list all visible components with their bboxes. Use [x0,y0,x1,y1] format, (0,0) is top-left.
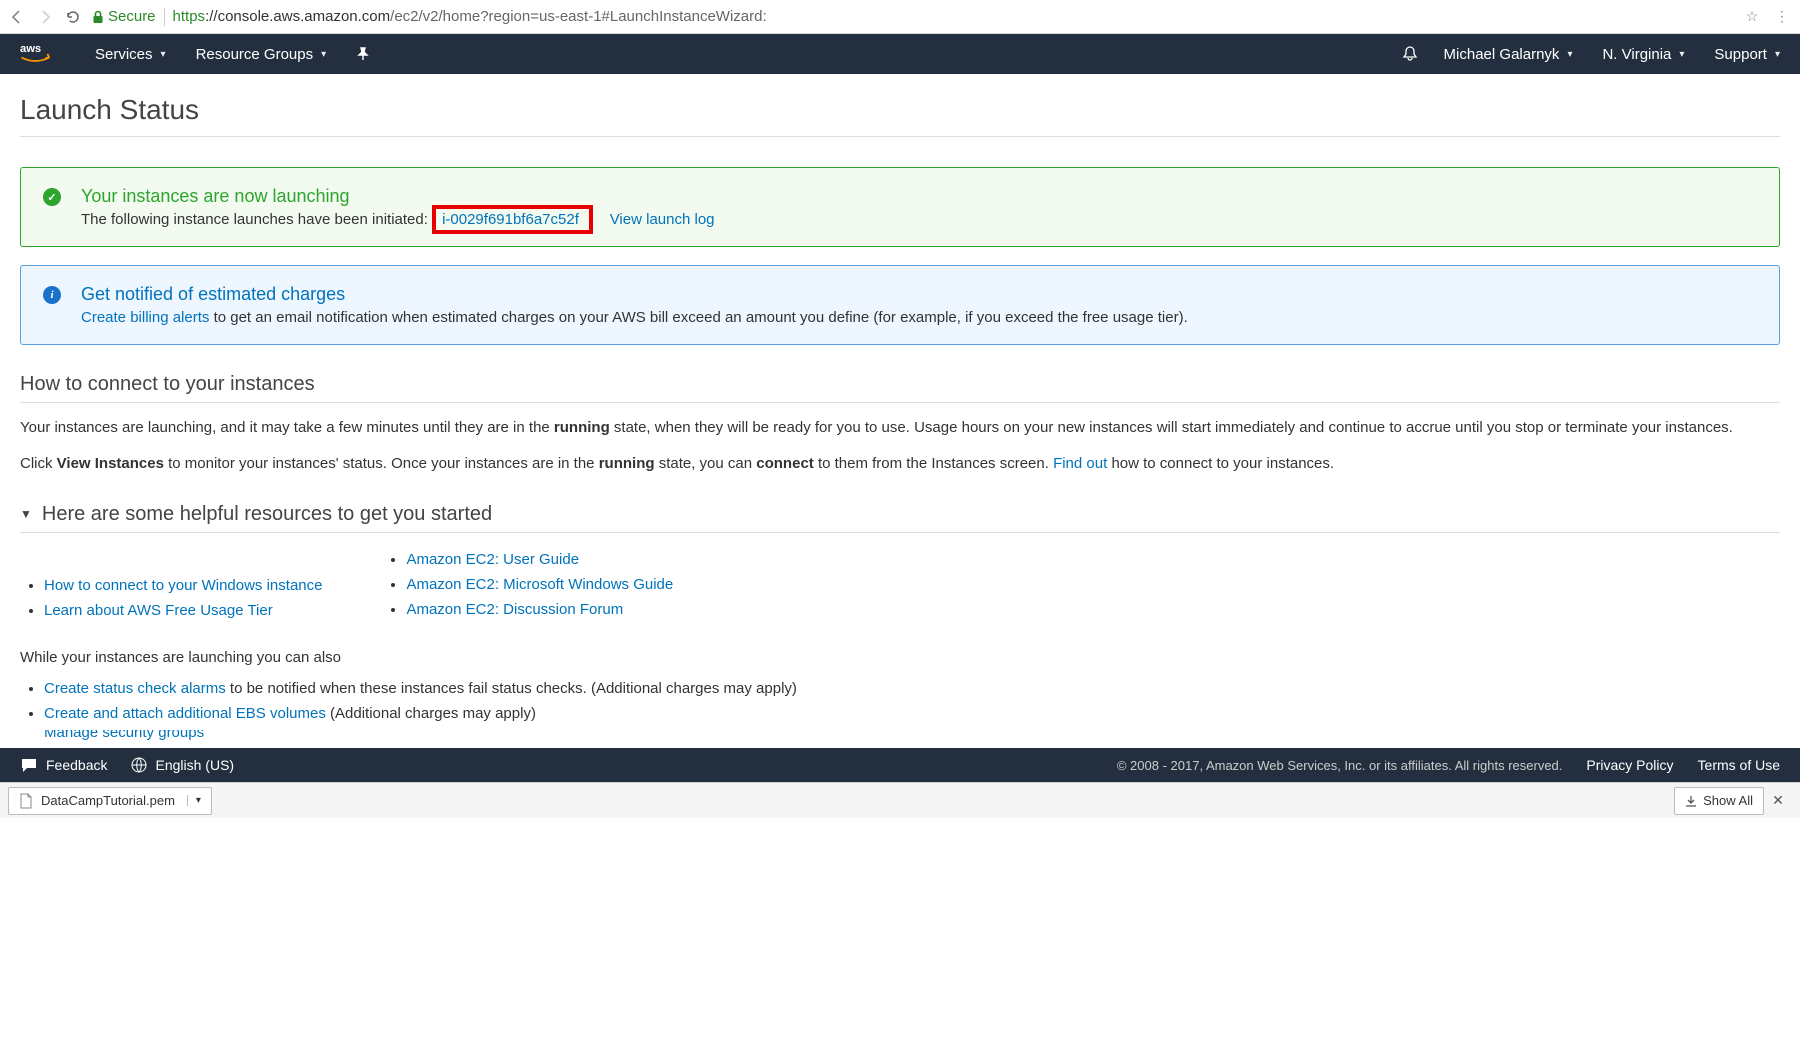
connect-para-2: Click View Instances to monitor your ins… [20,453,1780,475]
nav-resource-groups[interactable]: Resource Groups▾ [196,46,327,63]
instance-id-highlight: i-0029f691bf6a7c52f [432,205,593,234]
resource-link[interactable]: Amazon EC2: Microsoft Windows Guide [406,576,673,593]
resource-link[interactable]: Amazon EC2: User Guide [406,551,579,568]
copyright-text: © 2008 - 2017, Amazon Web Services, Inc.… [1117,758,1563,773]
list-item: Create and attach additional EBS volumes… [44,705,1780,722]
show-all-downloads-button[interactable]: Show All [1674,787,1764,815]
list-item: Learn about AWS Free Usage Tier [44,602,322,619]
also-list: Create status check alarms to be notifie… [20,680,1780,740]
status-check-alarms-link[interactable]: Create status check alarms [44,680,226,697]
back-icon[interactable] [8,8,26,26]
nav-pin-icon[interactable] [356,47,370,61]
privacy-policy-link[interactable]: Privacy Policy [1586,757,1673,773]
svg-text:aws: aws [20,43,41,55]
list-item: How to connect to your Windows instance [44,577,322,594]
forward-icon [36,8,54,26]
secure-badge: Secure [92,8,156,25]
security-groups-link[interactable]: Manage security groups [44,730,204,740]
lock-icon [92,10,104,24]
also-heading: While your instances are launching you c… [20,647,1780,669]
main-content: Launch Status ✓ Your instances are now l… [0,74,1800,740]
list-item: Amazon EC2: Discussion Forum [406,601,673,618]
secure-label: Secure [108,8,156,25]
chevron-down-icon: ▾ [321,49,326,60]
nav-support[interactable]: Support▾ [1714,46,1780,63]
aws-top-nav: aws Services▾ Resource Groups▾ Michael G… [0,34,1800,74]
check-circle-icon: ✓ [43,188,61,206]
nav-services[interactable]: Services▾ [95,46,166,63]
list-item: Manage security groups [44,730,1780,740]
chevron-down-icon: ▾ [161,49,166,60]
page-title: Launch Status [20,94,1780,137]
resource-link[interactable]: Amazon EC2: Discussion Forum [406,601,623,618]
resources-columns: How to connect to your Windows instance … [20,551,1780,627]
connect-heading: How to connect to your instances [20,373,1780,403]
browser-menu-icon[interactable]: ⋮ [1772,8,1792,25]
address-bar[interactable]: Secure https://console.aws.amazon.com/ec… [92,8,1732,26]
language-selector[interactable]: English (US) [131,757,234,773]
resource-link[interactable]: How to connect to your Windows instance [44,577,322,594]
reload-icon[interactable] [64,8,82,26]
triangle-down-icon: ▼ [20,507,32,521]
close-download-bar-icon[interactable]: ✕ [1764,792,1792,809]
launch-success-panel: ✓ Your instances are now launching The f… [20,167,1780,247]
view-launch-log-link[interactable]: View launch log [610,211,715,228]
chevron-down-icon: ▾ [1567,49,1572,60]
launch-success-heading: Your instances are now launching [81,186,715,207]
resource-link[interactable]: Learn about AWS Free Usage Tier [44,602,273,619]
list-item: Amazon EC2: User Guide [406,551,673,568]
bookmark-star-icon[interactable]: ☆ [1742,8,1762,25]
file-icon [19,793,33,809]
connect-para-1: Your instances are launching, and it may… [20,417,1780,439]
download-filename: DataCampTutorial.pem [41,793,175,808]
nav-user[interactable]: Michael Galarnyk▾ [1444,46,1573,63]
globe-icon [131,757,147,773]
list-item: Create status check alarms to be notifie… [44,680,1780,697]
url-text: https://console.aws.amazon.com/ec2/v2/ho… [173,8,767,25]
chevron-down-icon[interactable]: ▾ [187,795,201,806]
speech-bubble-icon [20,757,38,773]
notifications-icon[interactable] [1401,45,1419,63]
download-chip[interactable]: DataCampTutorial.pem ▾ [8,787,212,815]
find-out-link[interactable]: Find out [1053,455,1107,472]
create-billing-alerts-link[interactable]: Create billing alerts [81,309,209,326]
chevron-down-icon: ▾ [1775,49,1780,60]
nav-region[interactable]: N. Virginia▾ [1602,46,1684,63]
billing-heading: Get notified of estimated charges [81,284,1188,305]
info-circle-icon: i [43,286,61,304]
download-bar: DataCampTutorial.pem ▾ Show All ✕ [0,782,1800,818]
launch-line-prefix: The following instance launches have bee… [81,211,428,228]
billing-notice-panel: i Get notified of estimated charges Crea… [20,265,1780,345]
download-arrow-icon [1685,795,1697,807]
aws-footer: Feedback English (US) © 2008 - 2017, Ama… [0,748,1800,782]
browser-toolbar: Secure https://console.aws.amazon.com/ec… [0,0,1800,34]
chevron-down-icon: ▾ [1679,49,1684,60]
feedback-button[interactable]: Feedback [20,757,107,773]
list-item: Amazon EC2: Microsoft Windows Guide [406,576,673,593]
billing-rest: to get an email notification when estima… [209,309,1187,326]
resources-expander[interactable]: ▼ Here are some helpful resources to get… [20,503,1780,533]
separator [164,8,165,26]
terms-of-use-link[interactable]: Terms of Use [1698,757,1780,773]
aws-logo[interactable]: aws [20,42,65,66]
instance-id-link[interactable]: i-0029f691bf6a7c52f [442,211,579,228]
ebs-volumes-link[interactable]: Create and attach additional EBS volumes [44,705,326,722]
